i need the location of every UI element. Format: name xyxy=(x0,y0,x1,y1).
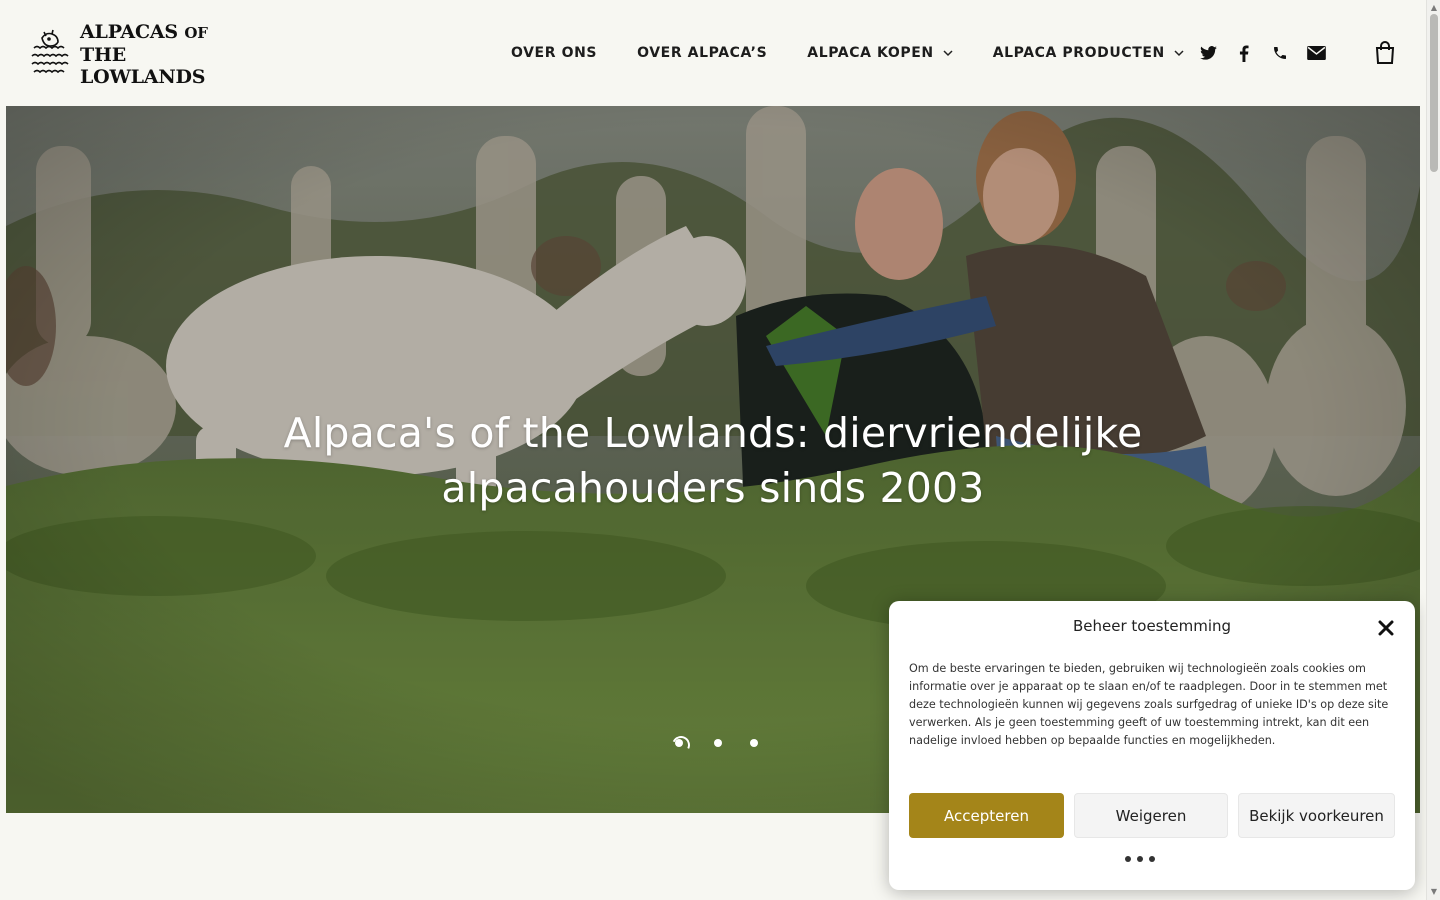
page-scrollbar[interactable]: ▲ ▼ xyxy=(1426,0,1440,900)
facebook-icon[interactable] xyxy=(1234,43,1254,63)
scroll-down-icon[interactable]: ▼ xyxy=(1430,888,1438,896)
slider-pagination xyxy=(672,736,786,750)
logo-text: ALPACAS OF THE LOWLANDS xyxy=(80,21,218,88)
hero-title-line1: Alpaca's of the Lowlands: diervriendelij… xyxy=(283,409,1143,457)
logo-line1: ALPACAS xyxy=(80,20,178,43)
nav-item-alpaca-producten[interactable]: ALPACA PRODUCTEN xyxy=(993,45,1184,61)
scrollbar-thumb[interactable] xyxy=(1430,14,1438,172)
consent-title: Beheer toestemming xyxy=(1072,617,1232,635)
nav-item-alpaca-kopen[interactable]: ALPACA KOPEN xyxy=(807,45,953,61)
nav-item-over-alpacas[interactable]: OVER ALPACA’S xyxy=(637,45,767,61)
consent-body: Om de beste ervaringen te bieden, gebrui… xyxy=(909,662,1389,747)
site-header: ALPACAS OF THE LOWLANDS OVER ONS OVER AL… xyxy=(0,0,1426,106)
cookie-consent-modal: Beheer toestemming Om de beste ervaringe… xyxy=(889,601,1415,890)
chevron-down-icon xyxy=(1174,50,1184,57)
site-logo[interactable]: ALPACAS OF THE LOWLANDS xyxy=(28,21,218,88)
close-icon[interactable] xyxy=(1377,619,1395,637)
scroll-up-icon[interactable]: ▲ xyxy=(1430,4,1438,12)
deny-button[interactable]: Weigeren xyxy=(1074,793,1228,838)
twitter-icon[interactable] xyxy=(1198,43,1218,63)
phone-icon[interactable] xyxy=(1270,43,1290,63)
main-nav: OVER ONS OVER ALPACA’S ALPACA KOPEN ALPA… xyxy=(511,43,1224,63)
hero-title: Alpaca's of the Lowlands: diervriendelij… xyxy=(6,406,1420,516)
hero-title-line2: alpacahouders sinds 2003 xyxy=(441,464,985,512)
chevron-down-icon xyxy=(943,50,953,57)
nav-label: OVER ALPACA’S xyxy=(637,45,768,61)
slider-dot-3[interactable] xyxy=(750,739,758,747)
view-preferences-button[interactable]: Bekijk voorkeuren xyxy=(1238,793,1395,838)
slider-dot-2[interactable] xyxy=(714,739,722,747)
nav-item-over-ons[interactable]: OVER ONS xyxy=(511,45,597,61)
shopping-bag-icon[interactable] xyxy=(1374,41,1396,65)
slider-dot-1[interactable] xyxy=(672,736,686,750)
nav-label: ALPACA KOPEN xyxy=(807,45,934,61)
logo-line2: THE LOWLANDS xyxy=(80,43,206,88)
accept-button[interactable]: Accepteren xyxy=(909,793,1064,838)
nav-label: OVER ONS xyxy=(511,45,598,61)
more-options-icon[interactable] xyxy=(1125,856,1155,864)
nav-label: ALPACA PRODUCTEN xyxy=(992,45,1165,61)
envelope-icon[interactable] xyxy=(1306,43,1326,63)
social-links xyxy=(1198,43,1342,63)
alpaca-logo-icon xyxy=(31,29,69,74)
logo-line1-suffix: OF xyxy=(184,23,208,42)
